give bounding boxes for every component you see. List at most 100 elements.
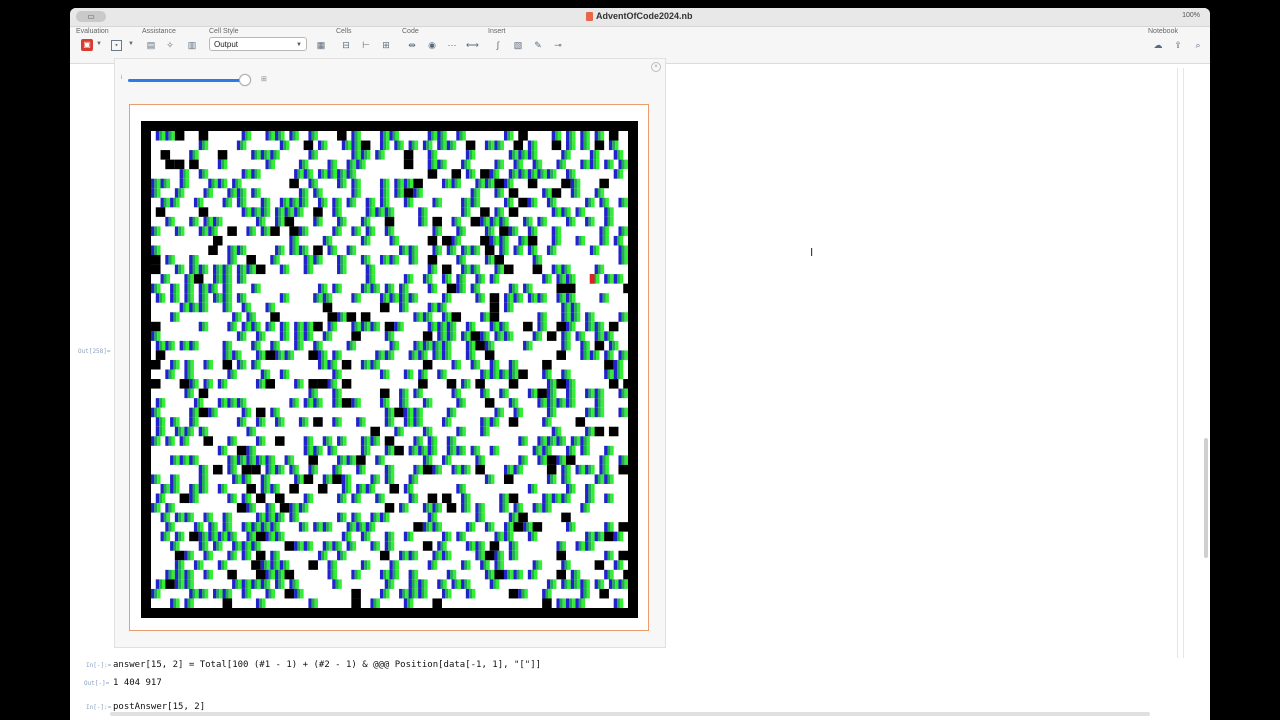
chevron-down-icon[interactable]: ▼ [96,41,102,47]
link-icon[interactable]: ⊸ [552,39,564,51]
box-left-half [604,445,608,456]
box-right-half [395,131,400,141]
box-right-half [314,388,318,399]
split-cell-icon[interactable]: ⊢ [360,39,372,51]
cell-style-select[interactable]: Output ▼ [209,37,307,51]
box-left-half [365,264,369,275]
slider-thumb[interactable] [239,74,252,86]
drawing-pen-icon[interactable]: ✎ [532,39,544,51]
box-left-half [356,522,360,532]
box-middle [502,235,506,246]
evaluate-icon[interactable]: ▣ [81,39,93,51]
slider-expand-icon[interactable]: ⊞ [261,75,267,83]
box-middle [173,359,177,370]
dash-icon[interactable]: ⟷ [466,39,479,51]
box-right-half [486,312,490,322]
input-code-line[interactable]: answer[15, 2] = Total[100 (#1 - 1) + (#2… [113,660,541,670]
box-middle [349,197,353,208]
box-left-half [246,531,250,542]
box-right-half [305,159,309,170]
box-right-half [414,255,419,265]
box-right-half [443,140,447,151]
box-left-half [503,178,508,189]
box-right-half [266,474,271,484]
ellipsis-icon[interactable]: ⋯ [446,39,458,51]
wall-cell [499,226,509,236]
box-left-half [394,188,398,198]
box-left-half [499,216,503,227]
box-left-half [184,369,188,380]
box-middle [597,531,601,542]
typeset-icon[interactable]: ∫ [492,39,504,51]
wall-cell [604,531,614,542]
abort-icon[interactable]: ▪ [111,40,122,51]
box-right-half [467,503,471,513]
box-right-half [433,512,438,523]
box-right-half [548,503,552,513]
box-middle [397,178,401,189]
close-icon[interactable]: × [651,62,661,72]
lightbulb-icon[interactable]: ✧ [164,39,176,51]
template-icon[interactable]: ▧ [512,39,524,51]
box-left-half [351,140,355,151]
box-left-half [275,579,279,589]
box-right-half [176,197,180,208]
zoom-level[interactable]: 100% [1182,12,1200,19]
box-right-half [429,274,433,284]
merge-cells-icon[interactable]: ⊞ [380,39,392,51]
box-right-half [357,226,361,236]
graphics-selection-frame[interactable] [129,104,649,631]
box-right-half [386,293,390,303]
box-left-half [418,216,422,227]
initialization-icon[interactable]: ◉ [426,39,438,51]
wall-cell [608,426,619,437]
box-middle [521,588,525,599]
box-middle [268,321,272,332]
box-right-half [228,340,233,351]
next-input-line[interactable]: postAnswer[15, 2] [113,702,205,712]
cloud-upload-icon[interactable]: ☁ [1152,39,1164,51]
box-right-half [343,169,347,179]
box-left-half [470,283,474,294]
box-middle [464,331,468,341]
box-middle [540,436,544,446]
documentation-icon[interactable]: ▥ [186,39,198,51]
vertical-scrollbar[interactable] [1204,438,1208,558]
box-right-half [548,445,552,456]
box-right-half [524,169,528,179]
format-code-icon[interactable]: ⇹ [406,39,418,51]
box-middle [497,140,501,151]
box-left-half [470,188,474,198]
box-middle [435,226,439,236]
search-icon[interactable]: ⌕ [1192,39,1204,51]
box-right-half [414,579,419,589]
box-middle [254,522,258,532]
box-left-half [494,264,498,275]
box-middle [383,369,387,380]
box-left-half [370,321,374,332]
group-cells-icon[interactable]: ⊟ [340,39,352,51]
box-right-half [562,398,566,408]
box-right-half [338,369,342,380]
box-right-half [243,331,247,341]
suggestions-icon[interactable]: ▤ [145,39,157,51]
share-icon[interactable]: ⇪ [1172,39,1184,51]
step-slider[interactable] [128,79,248,82]
box-right-half [281,417,285,427]
box-right-half [538,503,543,513]
chevron-down-icon[interactable]: ▼ [128,41,134,47]
box-right-half [271,588,276,599]
style-palette-icon[interactable]: ▦ [315,39,327,51]
wall-cell [556,283,566,294]
box-left-half [337,264,341,275]
box-left-half [332,579,336,589]
box-left-half [251,207,255,217]
horizontal-scrollbar[interactable] [110,712,1150,716]
wall-cell [594,340,605,351]
box-middle [349,522,353,532]
box-middle [593,159,597,170]
sidebar-toggle-button[interactable]: ▭ [76,11,106,22]
box-right-half [352,541,357,551]
box-left-half [241,474,245,484]
box-left-half [227,464,231,475]
